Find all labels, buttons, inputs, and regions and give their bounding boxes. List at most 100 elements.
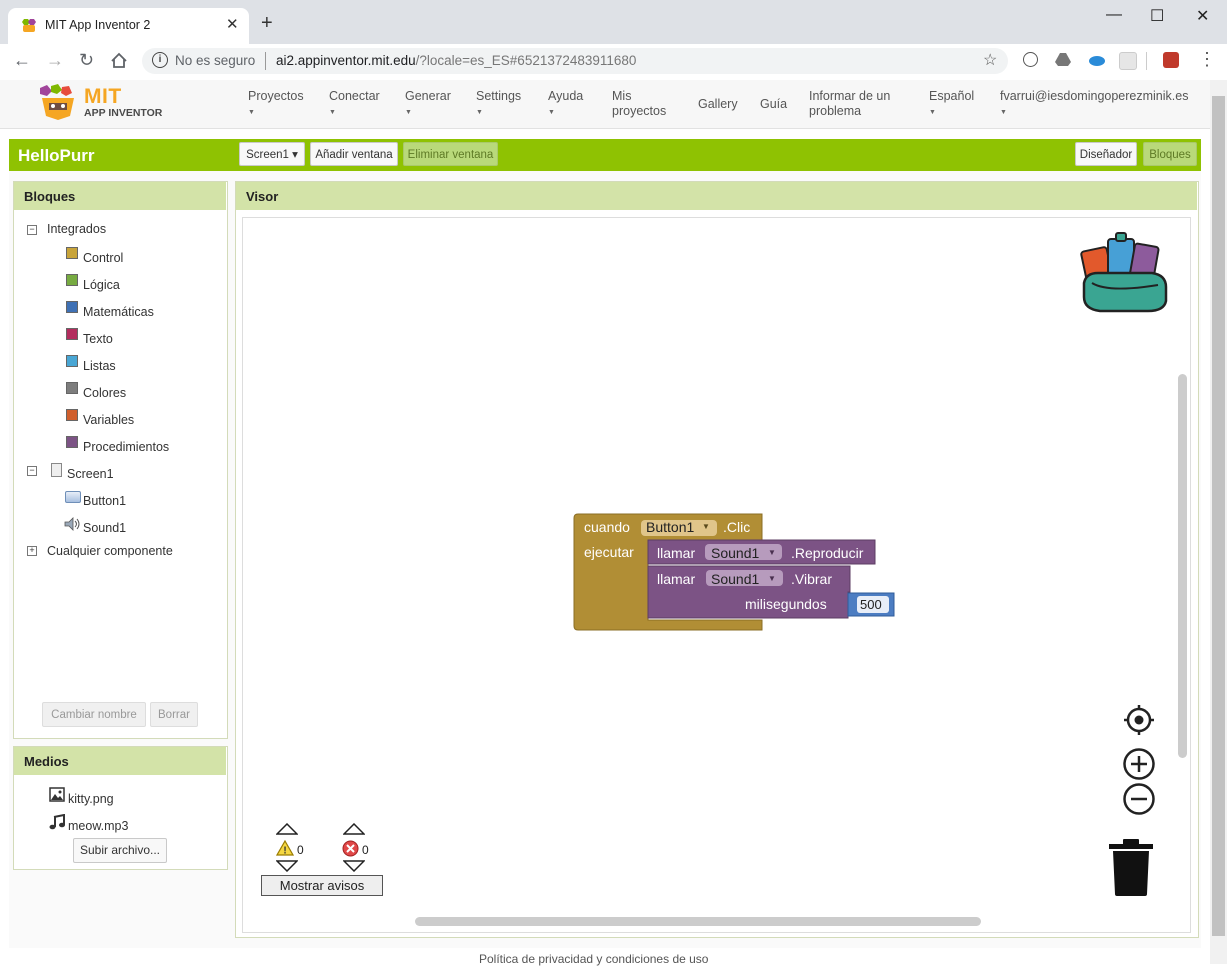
menu-guia[interactable]: Guía (760, 97, 787, 112)
menu-usuario[interactable]: fvarrui@iesdomingoperezminik.es ▼ (1000, 89, 1188, 120)
block-category-4[interactable]: Listas (83, 359, 116, 373)
tab-title: MIT App Inventor 2 (45, 18, 151, 32)
collapse-integrados-icon[interactable]: − (27, 225, 37, 235)
menu-informar-line1: Informar de un (809, 89, 891, 103)
warning-next-arrow-icon[interactable] (276, 860, 298, 872)
menu-mis-proyectos[interactable]: Mis proyectos (612, 89, 666, 119)
menu-gallery[interactable]: Gallery (698, 97, 738, 112)
delete-button[interactable]: Borrar (150, 702, 198, 727)
minimize-icon[interactable]: — (1106, 6, 1122, 24)
chevron-down-icon: ▼ (329, 109, 336, 116)
menu-usuario-label: fvarrui@iesdomingoperezminik.es (1000, 89, 1189, 103)
chevron-down-icon: ▼ (248, 109, 255, 116)
tree-sound1[interactable]: Sound1 (83, 521, 126, 535)
backpack-icon[interactable] (1078, 231, 1172, 315)
tab-close-icon[interactable]: ✕ (226, 15, 239, 33)
profile-avatar-icon[interactable] (1163, 52, 1179, 68)
chevron-down-icon: ▼ (476, 109, 483, 116)
maximize-icon[interactable]: ☐ (1150, 6, 1164, 26)
button-component-icon (65, 491, 81, 503)
block-category-0[interactable]: Control (83, 251, 123, 265)
menu-settings-label: Settings (476, 89, 522, 103)
upload-file-button[interactable]: Subir archivo... (73, 838, 167, 863)
workspace-vertical-scrollbar[interactable] (1178, 374, 1187, 758)
extension-grid-icon[interactable] (1119, 52, 1137, 70)
menu-idioma[interactable]: Español ▼ (929, 89, 974, 120)
remove-screen-button[interactable]: Eliminar ventana (403, 142, 498, 166)
url-text[interactable]: ai2.appinventor.mit.edu/?locale=es_ES#65… (276, 53, 636, 68)
menu-generar[interactable]: Generar ▼ (405, 89, 451, 120)
omnibox-divider (265, 52, 266, 70)
block-category-7[interactable]: Procedimientos (83, 440, 169, 454)
project-name: HelloPurr (18, 146, 95, 165)
tree-integrados[interactable]: Integrados (47, 222, 106, 236)
errors-count: 0 (362, 843, 369, 857)
block-play-method-label: .Reproducir (791, 545, 864, 561)
security-label[interactable]: No es seguro (175, 53, 255, 68)
media-file-meow[interactable]: meow.mp3 (68, 819, 128, 833)
new-tab-icon[interactable]: + (261, 12, 273, 35)
screen-select[interactable]: Screen1 ▾ (239, 142, 305, 166)
collapse-screen-icon[interactable]: − (27, 466, 37, 476)
reload-icon[interactable]: ↻ (79, 50, 94, 71)
home-icon[interactable] (110, 52, 128, 69)
menu-idioma-label: Español (929, 89, 975, 103)
expand-cualquier-icon[interactable]: + (27, 546, 37, 556)
chevron-down-icon[interactable]: ▼ (768, 548, 776, 557)
block-category-6[interactable]: Variables (83, 413, 134, 427)
block-when-label: cuando (584, 519, 630, 535)
viewer-header (236, 182, 1197, 210)
workspace-horizontal-scrollbar[interactable] (415, 917, 981, 926)
trash-icon[interactable] (1109, 839, 1153, 897)
warning-prev-arrow-icon[interactable] (276, 823, 298, 835)
menu-proyectos[interactable]: Proyectos ▼ (248, 89, 304, 120)
back-icon[interactable]: ← (13, 50, 31, 71)
forward-icon[interactable]: → (46, 50, 64, 71)
menu-proyectos-label: Proyectos (248, 89, 304, 103)
menu-ayuda[interactable]: Ayuda ▼ (548, 89, 583, 120)
chevron-down-icon[interactable]: ▼ (702, 522, 710, 531)
browser-menu-icon[interactable]: ⋮ (1198, 49, 1216, 70)
block-sound1-dropdown[interactable]: Sound1 (711, 571, 759, 587)
bookmark-star-icon[interactable]: ☆ (983, 50, 997, 70)
menu-informar-problema[interactable]: Informar de un problema (809, 89, 890, 119)
media-file-kitty[interactable]: kitty.png (68, 792, 114, 806)
block-button1-dropdown[interactable]: Button1 (646, 519, 694, 535)
block-call-label: llamar (657, 571, 696, 587)
info-icon[interactable]: i (152, 52, 168, 68)
category-color-swatch (66, 247, 78, 259)
block-number-500[interactable]: 500 (860, 597, 882, 612)
tree-screen1[interactable]: Screen1 (67, 467, 114, 481)
zoom-out-icon[interactable] (1122, 782, 1156, 816)
page-scrollbar-thumb[interactable] (1212, 96, 1225, 936)
tree-button1[interactable]: Button1 (83, 494, 126, 508)
blocks-button[interactable]: Bloques (1143, 142, 1197, 166)
error-next-arrow-icon[interactable] (343, 860, 365, 872)
menu-settings[interactable]: Settings ▼ (476, 89, 521, 120)
screen-icon (51, 463, 62, 477)
category-color-swatch (66, 328, 78, 340)
block-category-1[interactable]: Lógica (83, 278, 120, 292)
app-inventor-logo-icon[interactable] (36, 84, 80, 120)
onedrive-icon[interactable] (1087, 54, 1105, 66)
chevron-down-icon[interactable]: ▼ (768, 574, 776, 583)
speaker-icon (64, 517, 80, 531)
error-prev-arrow-icon[interactable] (343, 823, 365, 835)
block-category-5[interactable]: Colores (83, 386, 126, 400)
tree-cualquier-componente[interactable]: Cualquier componente (47, 544, 173, 558)
menu-gallery-label: Gallery (698, 97, 738, 111)
show-warnings-button[interactable]: Mostrar avisos (261, 875, 383, 896)
rename-button[interactable]: Cambiar nombre (42, 702, 146, 727)
drive-icon[interactable] (1055, 52, 1072, 67)
add-screen-button[interactable]: Añadir ventana (310, 142, 398, 166)
block-category-3[interactable]: Texto (83, 332, 113, 346)
extension-code-icon[interactable] (1023, 52, 1038, 67)
block-sound1-dropdown[interactable]: Sound1 (711, 545, 759, 561)
designer-button[interactable]: Diseñador (1075, 142, 1137, 166)
menu-conectar[interactable]: Conectar ▼ (329, 89, 380, 120)
window-close-icon[interactable]: ✕ (1196, 6, 1209, 26)
app-inventor-favicon-icon (22, 19, 36, 32)
zoom-in-icon[interactable] (1122, 747, 1156, 781)
recenter-icon[interactable] (1123, 704, 1155, 736)
block-category-2[interactable]: Matemáticas (83, 305, 154, 319)
